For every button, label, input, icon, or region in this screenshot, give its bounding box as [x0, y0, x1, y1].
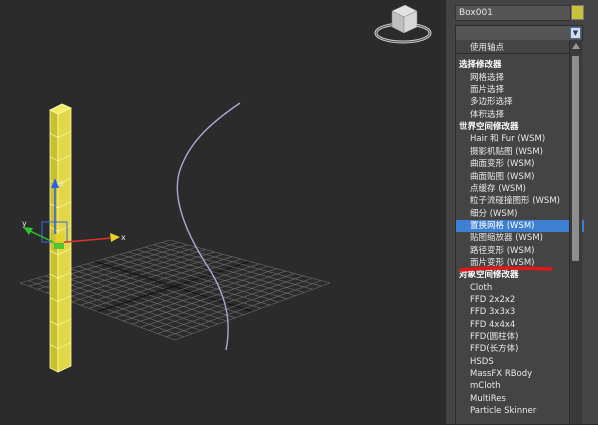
list-item[interactable]: 置换网格 (WSM): [456, 219, 584, 232]
list-group-header: 选择修改器: [459, 60, 502, 71]
list-item[interactable]: MultiRes: [456, 393, 584, 405]
transform-gizmo[interactable]: x y z: [22, 178, 126, 249]
list-item[interactable]: 摄影机贴图 (WSM): [456, 146, 584, 158]
list-item[interactable]: FFD 3x3x3: [456, 306, 584, 318]
scroll-up-icon[interactable]: [572, 43, 580, 49]
grid-line: [140, 273, 295, 328]
object-color-swatch[interactable]: [571, 5, 584, 20]
list-item[interactable]: mCloth: [456, 380, 584, 392]
scroll-thumb[interactable]: [572, 56, 579, 261]
list-item[interactable]: 网格选择: [456, 72, 584, 84]
list-item[interactable]: 面片选择: [456, 84, 584, 96]
list-item[interactable]: 粒子流碰撞图形 (WSM): [456, 195, 584, 207]
list-item[interactable]: 细分 (WSM): [456, 208, 584, 220]
viewport-scene: x y z: [19, 4, 432, 373]
list-item[interactable]: 点缓存 (WSM): [456, 183, 584, 195]
list-item[interactable]: 使用轴点: [456, 42, 584, 54]
list-group-header: 世界空间修改器: [459, 122, 519, 133]
gizmo-z-label: z: [60, 179, 64, 188]
modifier-list-scrollbar[interactable]: [569, 40, 582, 424]
list-item[interactable]: 体积选择: [456, 109, 584, 121]
list-item[interactable]: Cloth: [456, 282, 584, 294]
list-item[interactable]: 多边形选择: [456, 96, 584, 108]
list-item[interactable]: 曲面贴图 (WSM): [456, 171, 584, 183]
list-item[interactable]: FFD 2x2x2: [456, 294, 584, 306]
list-item[interactable]: 曲面变形 (WSM): [456, 158, 584, 170]
object-name-field[interactable]: Box001: [455, 5, 571, 21]
chevron-down-icon[interactable]: ▼: [570, 27, 581, 39]
list-item[interactable]: 路径变形 (WSM): [456, 245, 584, 257]
red-annotation-underline: [459, 266, 553, 272]
list-item[interactable]: Particle Skinner: [456, 405, 584, 417]
viewcube-icon[interactable]: [374, 4, 432, 44]
list-item[interactable]: 贴图缩放器 (WSM): [456, 232, 584, 244]
gizmo-y-label: y: [22, 219, 27, 228]
list-item[interactable]: FFD 4x4x4: [456, 319, 584, 331]
perspective-viewport[interactable]: x y z: [0, 0, 446, 424]
list-item[interactable]: Hair 和 Fur (WSM): [456, 133, 584, 145]
list-item[interactable]: MassFX RBody: [456, 368, 584, 380]
list-item[interactable]: FFD(长方体): [456, 343, 584, 355]
grid-line: [149, 275, 304, 331]
gizmo-x-label: x: [121, 233, 126, 242]
grid-line: [131, 270, 286, 325]
list-item[interactable]: HSDS: [456, 356, 584, 368]
modifier-list[interactable]: 使用轴点选择修改器 网格选择 面片选择 多边形选择 体积选择 世界空间修改器 Hair 和 …: [455, 40, 584, 425]
list-item[interactable]: FFD(圆柱体): [456, 331, 584, 343]
path-spline[interactable]: [176, 102, 241, 351]
list-separator: [456, 53, 570, 55]
modifier-list-dropdown[interactable]: ▼: [455, 25, 583, 41]
